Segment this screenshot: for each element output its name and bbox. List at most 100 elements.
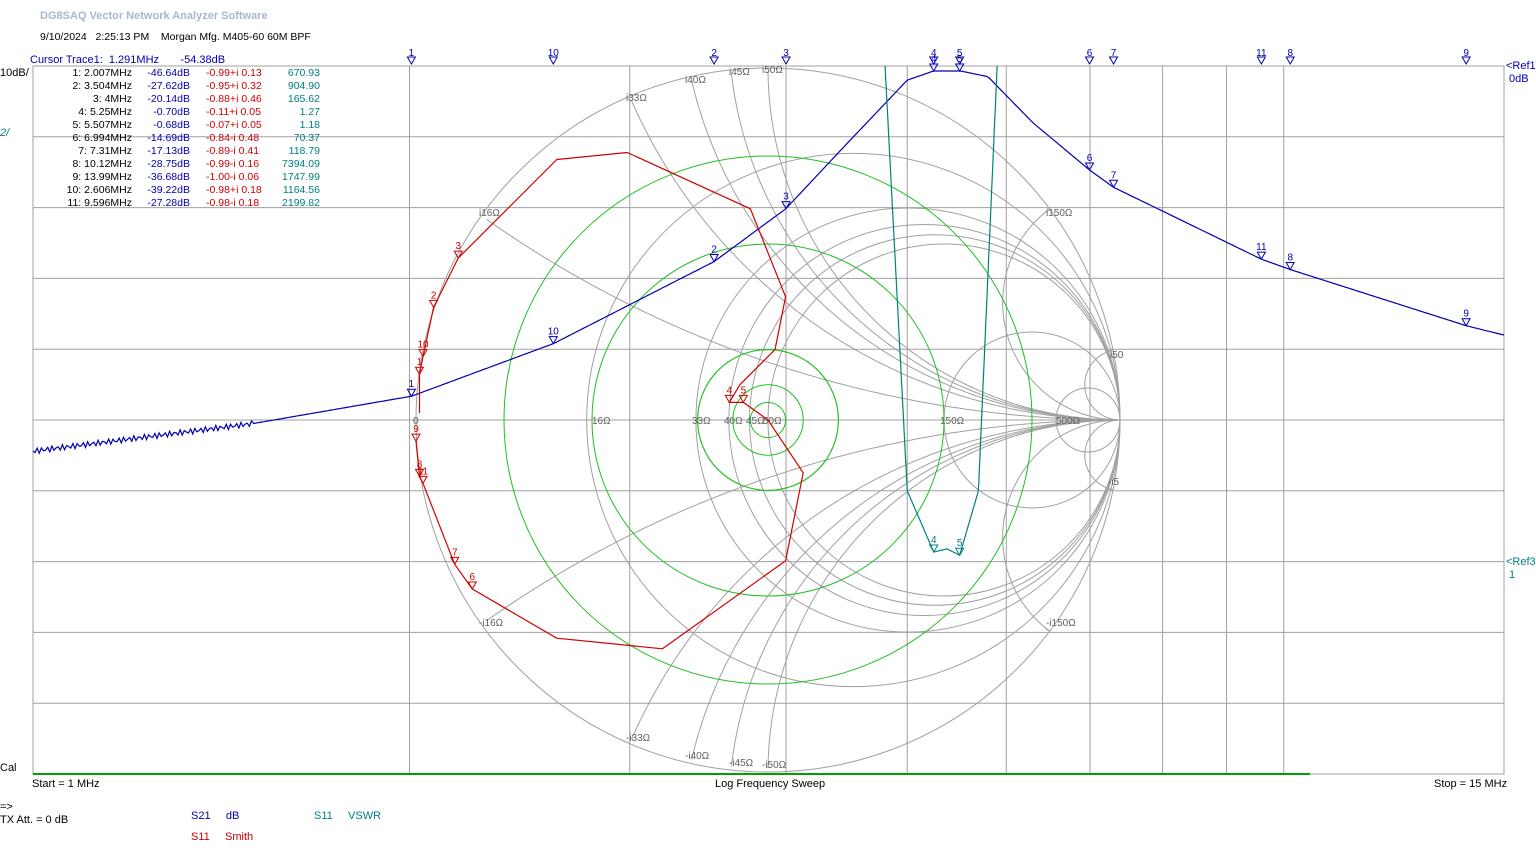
smith-real-label: 16Ω: [592, 416, 611, 427]
marker-vswr: 1747.99: [282, 171, 320, 183]
header-time: 2:25:13 PM: [95, 31, 150, 43]
marker-smith-label: 7: [452, 547, 458, 558]
marker-label: 11: 9.596MHz: [67, 197, 132, 209]
smith-reactance-arc: [631, 100, 1120, 421]
marker-axis-label: 1: [409, 48, 415, 59]
smith-reactance-arc: [486, 419, 1120, 622]
vswr-scale-label: 2/: [0, 127, 10, 139]
marker-s11: -0.98+i 0.18: [206, 184, 262, 196]
smith-lower-label: -i16Ω: [479, 618, 504, 629]
smith-reactance-arc: [731, 419, 1121, 767]
marker-vswr: 1164.56: [282, 184, 320, 196]
marker-label: 8: 10.12MHz: [72, 158, 132, 170]
marker-s11: -0.07+i 0.05: [206, 119, 262, 131]
marker-label: 6: 6.994MHz: [72, 132, 132, 144]
smith-reactance-arc: [731, 73, 1121, 421]
cal-label[interactable]: Cal: [0, 762, 17, 774]
marker-vswr-label: 4: [931, 535, 937, 546]
marker-s21: -27.28dB: [147, 197, 190, 209]
smith-lower-label: -i45Ω: [729, 758, 754, 769]
marker-triangle: [709, 254, 719, 263]
cursor-freq: 1.291MHz: [108, 54, 160, 66]
ref3-label: <Ref3: [1506, 556, 1536, 568]
marker-vswr: 1.27: [299, 106, 320, 118]
cursor-label: Cursor Trace1:: [30, 54, 103, 66]
legend-format: dB: [225, 810, 240, 822]
smith-reactance-arc: [767, 419, 1121, 769]
sweep-type: Log Frequency Sweep: [715, 778, 826, 790]
legend-format: Smith: [225, 831, 254, 843]
marker-smith-label: 1: [417, 357, 423, 368]
marker-s21-label: 5: [957, 54, 963, 65]
sweep-start: Start = 1 MHz: [32, 778, 100, 790]
smith-real-label: 50Ω: [763, 416, 782, 427]
marker-vswr: 1.18: [299, 119, 320, 131]
marker-axis-label: 10: [548, 48, 560, 59]
marker-axis-label: 3: [783, 48, 789, 59]
marker-s11: -1.00-i 0.06: [206, 171, 260, 183]
marker-label: 3: 4MHz: [92, 93, 132, 105]
marker-axis-label: 6: [1087, 48, 1093, 59]
marker-label: 10: 2.606MHz: [66, 184, 132, 196]
smith-lower-label: -i5: [1108, 477, 1120, 488]
smith-lower-label: -i33Ω: [626, 733, 651, 744]
smith-reactance-arc: [1002, 208, 1121, 421]
marker-s21-label: 6: [1087, 153, 1093, 164]
smith-reactance-arc: [631, 419, 1120, 740]
smith-reactance-arc: [486, 218, 1120, 421]
ref1-label: <Ref1: [1506, 60, 1536, 72]
marker-axis-label: 9: [1463, 48, 1469, 59]
legend-trace: S21: [191, 810, 211, 822]
marker-vswr-label: 5: [957, 538, 963, 549]
ref1-value: 0dB: [1509, 73, 1529, 85]
marker-triangle: [954, 63, 965, 73]
legend-s21[interactable]: S21 dB: [191, 810, 239, 822]
marker-vswr: 2199.82: [282, 197, 320, 209]
marker-vswr: 118.79: [288, 145, 320, 157]
marker-s21: -0.68dB: [153, 119, 190, 131]
tx-attenuation: TX Att. = 0 dB: [0, 814, 69, 826]
marker-s21: -20.14dB: [147, 93, 190, 105]
marker-s11: -0.88+i 0.46: [206, 93, 262, 105]
marker-label: 7: 7.31MHz: [78, 145, 132, 157]
marker-smith-label: 2: [431, 290, 437, 301]
marker-s21: -17.13dB: [147, 145, 190, 157]
marker-triangle: [928, 63, 939, 73]
marker-triangle: [738, 394, 749, 404]
marker-label: 9: 13.99MHz: [72, 171, 132, 183]
marker-smith-label: 3: [455, 241, 461, 252]
marker-smith-label: 10: [417, 340, 429, 351]
legend-s11-smith[interactable]: S11 Smith: [191, 831, 253, 843]
smith-upper-label: i40Ω: [685, 75, 706, 86]
header-info: 9/10/2024 2:25:13 PM Morgan Mfg. M405-60…: [40, 31, 311, 43]
smith-real-label: 33Ω: [692, 416, 711, 427]
marker-smith-label: 4: [726, 385, 732, 396]
smith-lower-label: -i50Ω: [762, 760, 787, 771]
marker-s21-label: 3: [783, 192, 789, 203]
legend-trace: S11: [191, 831, 210, 843]
s21-scale-label: 10dB/: [0, 67, 29, 79]
marker-label: 2: 3.504MHz: [72, 80, 132, 92]
marker-s21-label: 9: [1463, 309, 1469, 320]
marker-s21: -46.64dB: [147, 67, 190, 79]
smith-upper-label: i50: [1110, 350, 1124, 361]
sweep-stop: Stop = 15 MHz: [1434, 778, 1508, 790]
marker-vswr: 70.37: [293, 132, 320, 144]
marker-label: 4: 5.25MHz: [78, 106, 132, 118]
smith-real-label: 500Ω: [1056, 416, 1081, 427]
marker-axis-label: 7: [1111, 48, 1117, 59]
command-prompt[interactable]: =>: [0, 801, 13, 813]
marker-s21-label: 7: [1111, 170, 1117, 181]
smith-upper-label: i33Ω: [626, 93, 647, 104]
marker-axis-label: 11: [1256, 48, 1267, 59]
marker-s21-label: 4: [931, 54, 937, 65]
marker-s21-label: 8: [1287, 253, 1293, 264]
legend-s11-vswr[interactable]: S11 VSWR: [314, 810, 381, 822]
smith-upper-label: i150Ω: [1046, 208, 1073, 219]
smith-upper-label: i45Ω: [729, 67, 750, 78]
smith-reactance-arc: [1002, 419, 1121, 632]
marker-s11: -0.99-i 0.16: [206, 158, 260, 170]
marker-vswr: 165.62: [287, 93, 320, 105]
smith-lower-label: -i40Ω: [685, 751, 710, 762]
header-date: 9/10/2024: [40, 31, 87, 43]
